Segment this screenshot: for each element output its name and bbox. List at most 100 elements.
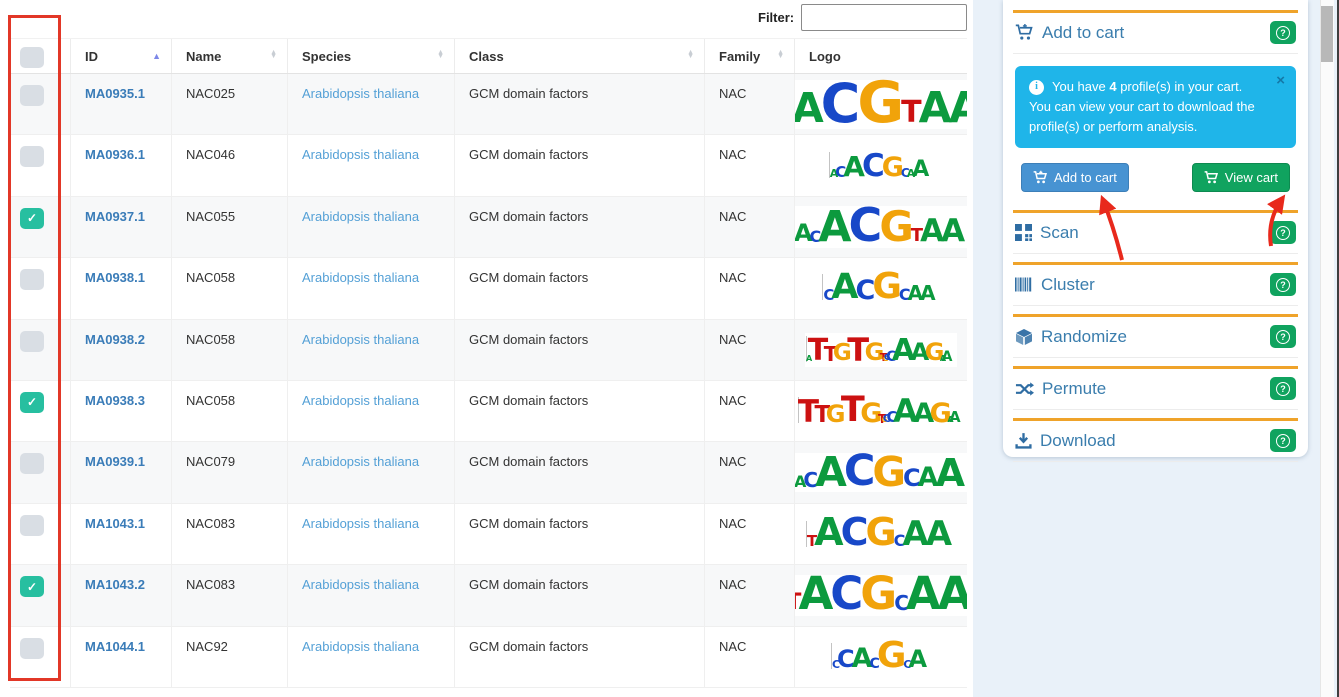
scan-section-toggle[interactable]: Scan (1015, 223, 1079, 243)
profile-family: NAC (704, 135, 794, 196)
table-body: MA0935.1 NAC025 Arabidopsis thaliana GCM… (10, 74, 967, 697)
table-filter: Filter: (758, 4, 968, 31)
permute-section-toggle[interactable]: Permute (1015, 379, 1106, 399)
species-link[interactable]: Arabidopsis thaliana (287, 319, 454, 380)
help-button[interactable]: ? (1270, 429, 1296, 453)
profile-family: NAC (704, 565, 794, 626)
sequence-logo: CCACGCA (828, 637, 934, 674)
row-checkbox[interactable] (20, 453, 44, 475)
download-section-toggle[interactable]: Download (1015, 431, 1116, 451)
question-icon: ? (1276, 25, 1290, 40)
shuffle-icon (1015, 382, 1034, 396)
profile-name: NAC058 (171, 380, 287, 442)
profile-name: NAC92 (171, 626, 287, 687)
table-row: ✓ MA0938.3 NAC058 Arabidopsis thaliana G… (10, 380, 967, 443)
profile-id-link[interactable]: MA1044.1 (70, 626, 171, 687)
species-link[interactable]: Arabidopsis thaliana (287, 74, 454, 135)
row-checkbox[interactable] (20, 269, 44, 291)
add-to-cart-button[interactable]: Add to cart (1021, 163, 1129, 193)
profile-name: NAC025 (171, 74, 287, 135)
species-link[interactable]: Arabidopsis thaliana (287, 258, 454, 319)
help-button[interactable]: ? (1270, 325, 1296, 349)
sort-icon[interactable]: ▲ ▼ (270, 49, 277, 60)
question-icon: ? (1276, 329, 1290, 344)
row-checkbox[interactable]: ✓ (20, 207, 44, 229)
help-button[interactable]: ? (1270, 21, 1296, 44)
sort-icon[interactable]: ▲ ▼ (777, 49, 784, 60)
download-icon (1015, 433, 1032, 449)
table-row: MA0938.2 NAC058 Arabidopsis thaliana GCM… (10, 319, 967, 381)
profile-id-link[interactable]: MA0935.1 (70, 74, 171, 135)
select-all-checkbox[interactable] (20, 47, 44, 68)
species-link[interactable]: Arabidopsis thaliana (287, 503, 454, 565)
qrcode-icon (1015, 224, 1032, 242)
help-button[interactable]: ? (1270, 377, 1296, 401)
profile-id-link[interactable]: MA0938.2 (70, 319, 171, 380)
profile-id-link[interactable]: MA0938.1 (70, 258, 171, 319)
table-row: MA0938.1 NAC058 Arabidopsis thaliana GCM… (10, 258, 967, 320)
row-checkbox[interactable] (20, 330, 44, 352)
row-checkbox[interactable] (20, 637, 44, 659)
row-checkbox[interactable] (20, 514, 44, 536)
column-header-species[interactable]: Species ▲ ▼ (287, 39, 454, 73)
question-icon: ? (1276, 277, 1290, 292)
sequence-logo: TACGCAA (803, 513, 959, 552)
profile-family: NAC (704, 380, 794, 442)
sequence-logo: ACACGCAA (826, 148, 936, 183)
profile-name: NAC058 (171, 319, 287, 380)
cart-plus-icon (1033, 171, 1048, 184)
randomize-section-toggle[interactable]: Randomize (1015, 327, 1127, 347)
help-button[interactable]: ? (1270, 273, 1296, 297)
analysis-sidebar: Add to cart ? × i You have 4 profile(s) … (1003, 0, 1308, 463)
species-link[interactable]: Arabidopsis thaliana (287, 565, 454, 626)
row-checkbox[interactable] (20, 146, 44, 168)
view-cart-button[interactable]: View cart (1191, 163, 1290, 193)
section-download: Download ? (1013, 421, 1298, 463)
column-header-class[interactable]: Class ▲ ▼ (454, 39, 704, 73)
sort-icon[interactable]: ▲ ▼ (687, 49, 694, 60)
row-checkbox[interactable]: ✓ (20, 576, 44, 598)
filter-input[interactable] (801, 4, 968, 31)
sequence-logo: TTGTGTGCCAAGAA (796, 392, 966, 429)
profile-id-link[interactable]: MA0939.1 (70, 442, 171, 503)
column-header-id[interactable]: ID ▲ (70, 39, 171, 73)
profiles-table: ID ▲ Name ▲ ▼ Species ▲ ▼ Class ▲ ▼ Family … (10, 38, 967, 697)
species-link[interactable]: Arabidopsis thaliana (287, 626, 454, 687)
profile-name: NAC083 (171, 565, 287, 626)
column-header-family[interactable]: Family ▲ ▼ (704, 39, 794, 73)
profile-name: NAC058 (171, 258, 287, 319)
scrollbar-track[interactable] (1320, 0, 1334, 697)
scrollbar-thumb[interactable] (1321, 6, 1333, 62)
row-checkbox[interactable]: ✓ (20, 391, 44, 413)
section-permute: Permute ? (1013, 369, 1298, 411)
info-icon: i (1029, 79, 1044, 95)
row-checkbox[interactable] (20, 85, 44, 106)
close-icon[interactable]: × (1276, 73, 1285, 88)
profile-id-link[interactable]: MA0938.3 (70, 380, 171, 442)
profile-id-link[interactable]: MA0936.1 (70, 135, 171, 196)
add-to-cart-section-toggle[interactable]: Add to cart (1015, 23, 1124, 43)
profile-name: NAC046 (171, 135, 287, 196)
species-link[interactable]: Arabidopsis thaliana (287, 135, 454, 196)
sequence-logo: TACGTAAC (795, 74, 967, 131)
profile-id-link[interactable]: MA1043.2 (70, 565, 171, 626)
help-button[interactable]: ? (1270, 221, 1296, 245)
cluster-section-toggle[interactable]: Cluster (1015, 275, 1095, 295)
species-link[interactable]: Arabidopsis thaliana (287, 380, 454, 442)
table-row: MA0935.1 NAC025 Arabidopsis thaliana GCM… (10, 74, 967, 136)
sort-asc-icon[interactable]: ▲ (152, 51, 161, 61)
sequence-logo: ACACGTAA (795, 202, 967, 248)
profile-family: NAC (704, 74, 794, 135)
section-scan: Scan ? (1013, 213, 1298, 255)
species-link[interactable]: Arabidopsis thaliana (287, 196, 454, 258)
profile-id-link[interactable]: MA1043.1 (70, 503, 171, 565)
profile-class: GCM domain factors (454, 626, 704, 687)
sort-icon[interactable]: ▲ ▼ (437, 49, 444, 60)
profile-family: NAC (704, 626, 794, 687)
species-link[interactable]: Arabidopsis thaliana (287, 442, 454, 503)
table-row: ✓ MA0937.1 NAC055 Arabidopsis thaliana G… (10, 196, 967, 259)
profile-id-link[interactable]: MA0937.1 (70, 196, 171, 258)
cart-icon (1204, 171, 1218, 184)
table-row: ✓ MA1043.2 NAC083 Arabidopsis thaliana G… (10, 565, 967, 627)
column-header-name[interactable]: Name ▲ ▼ (171, 39, 287, 73)
